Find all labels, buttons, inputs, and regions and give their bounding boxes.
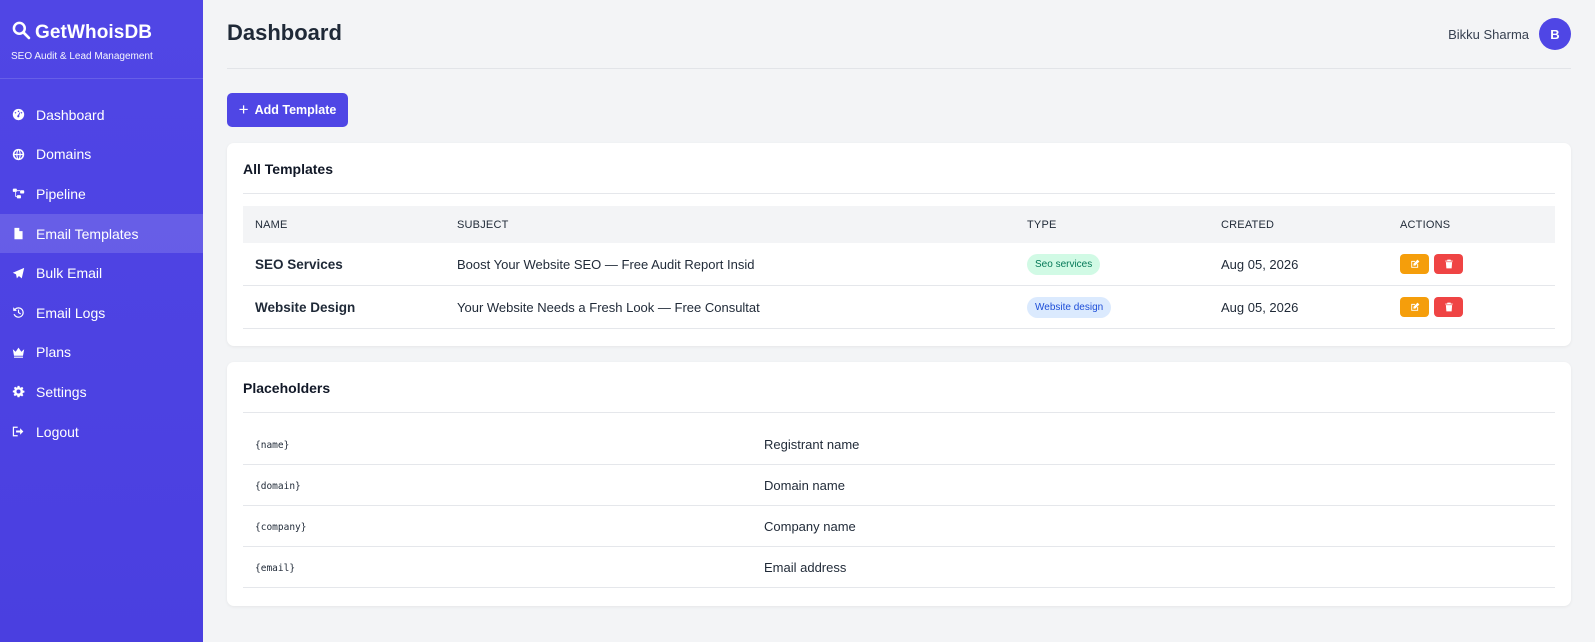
list-item: {email} Email address bbox=[243, 547, 1555, 588]
sidebar-item-email-templates[interactable]: Email Templates bbox=[0, 213, 203, 254]
sidebar-item-label: Bulk Email bbox=[36, 265, 103, 282]
type-badge: Website design bbox=[1027, 296, 1112, 318]
main-content: Dashboard Bikku Sharma B + Add Template … bbox=[227, 0, 1571, 606]
template-subject: Your Website Needs a Fresh Look — Free C… bbox=[457, 299, 760, 315]
template-name: SEO Services bbox=[255, 256, 343, 272]
placeholder-code: {email} bbox=[255, 562, 296, 574]
templates-table: NAME SUBJECT TYPE CREATED ACTIONS SEO Se… bbox=[243, 206, 1555, 329]
template-subject: Boost Your Website SEO — Free Audit Repo… bbox=[457, 256, 755, 272]
templates-title: All Templates bbox=[243, 143, 1555, 194]
add-template-label: Add Template bbox=[254, 103, 337, 117]
history-icon bbox=[12, 306, 25, 319]
column-header-name[interactable]: NAME bbox=[243, 219, 457, 231]
logout-icon bbox=[12, 425, 25, 438]
sidebar-item-label: Logout bbox=[36, 423, 79, 440]
placeholder-description: Domain name bbox=[764, 477, 845, 493]
paper-plane-icon bbox=[12, 267, 25, 280]
trash-icon bbox=[1444, 259, 1453, 269]
column-header-created[interactable]: CREATED bbox=[1221, 219, 1400, 231]
placeholder-description: Registrant name bbox=[764, 436, 860, 452]
column-header-subject[interactable]: SUBJECT bbox=[457, 219, 1027, 231]
gear-icon bbox=[12, 385, 25, 398]
sidebar-item-label: Dashboard bbox=[36, 106, 105, 123]
edit-button[interactable] bbox=[1400, 297, 1429, 317]
edit-icon bbox=[1410, 302, 1419, 311]
sidebar-item-email-logs[interactable]: Email Logs bbox=[0, 293, 203, 333]
sidebar-item-logout[interactable]: Logout bbox=[0, 412, 203, 452]
gauge-icon bbox=[12, 108, 25, 121]
table-row[interactable]: Website Design Your Website Needs a Fres… bbox=[243, 286, 1555, 329]
placeholder-description: Company name bbox=[764, 518, 856, 534]
column-header-actions: ACTIONS bbox=[1400, 218, 1451, 231]
search-icon bbox=[11, 20, 31, 45]
placeholders-list: {name} Registrant name {domain} Domain n… bbox=[243, 424, 1555, 588]
sidebar-item-dashboard[interactable]: Dashboard bbox=[0, 95, 203, 135]
file-icon bbox=[12, 227, 25, 240]
table-row[interactable]: SEO Services Boost Your Website SEO — Fr… bbox=[243, 243, 1555, 286]
page-title: Dashboard bbox=[227, 20, 342, 45]
placeholders-title: Placeholders bbox=[243, 362, 1555, 413]
sidebar: GetWhoisDB SEO Audit & Lead Management D… bbox=[0, 0, 203, 642]
sidebar-item-bulk-email[interactable]: Bulk Email bbox=[0, 253, 203, 293]
placeholder-code: {name} bbox=[255, 439, 290, 451]
sidebar-nav: Dashboard Domains Pipeline Email Templat… bbox=[0, 95, 203, 451]
user-menu[interactable]: Bikku Sharma B bbox=[1448, 18, 1571, 50]
column-header-type[interactable]: TYPE bbox=[1027, 219, 1221, 231]
edit-icon bbox=[1410, 259, 1419, 268]
delete-button[interactable] bbox=[1434, 254, 1463, 274]
template-created: Aug 05, 2026 bbox=[1221, 256, 1299, 272]
list-item: {company} Company name bbox=[243, 506, 1555, 547]
user-name: Bikku Sharma bbox=[1448, 26, 1529, 42]
avatar[interactable]: B bbox=[1539, 18, 1571, 50]
topbar: Dashboard Bikku Sharma B bbox=[227, 0, 1571, 69]
add-template-button[interactable]: + Add Template bbox=[227, 93, 348, 127]
sidebar-item-plans[interactable]: Plans bbox=[0, 333, 203, 373]
list-item: {domain} Domain name bbox=[243, 465, 1555, 506]
type-badge: Seo services bbox=[1027, 253, 1101, 275]
templates-card: All Templates NAME SUBJECT TYPE CREATED … bbox=[227, 143, 1571, 346]
brand[interactable]: GetWhoisDB SEO Audit & Lead Management bbox=[0, 0, 203, 79]
trash-icon bbox=[1444, 302, 1453, 312]
pipeline-icon bbox=[12, 187, 25, 200]
placeholder-description: Email address bbox=[764, 559, 847, 575]
sidebar-item-label: Plans bbox=[36, 344, 72, 361]
sidebar-item-label: Email Logs bbox=[36, 304, 106, 321]
plus-icon: + bbox=[238, 99, 249, 119]
brand-subtitle: SEO Audit & Lead Management bbox=[11, 51, 153, 62]
sidebar-item-label: Settings bbox=[36, 383, 87, 400]
sidebar-item-label: Email Templates bbox=[36, 225, 139, 242]
sidebar-item-label: Domains bbox=[36, 146, 92, 163]
sidebar-item-settings[interactable]: Settings bbox=[0, 372, 203, 412]
delete-button[interactable] bbox=[1434, 297, 1463, 317]
sidebar-item-pipeline[interactable]: Pipeline bbox=[0, 174, 203, 214]
sidebar-item-label: Pipeline bbox=[36, 185, 86, 202]
crown-icon bbox=[12, 346, 25, 359]
template-created: Aug 05, 2026 bbox=[1221, 299, 1299, 315]
placeholders-card: Placeholders {name} Registrant name {dom… bbox=[227, 362, 1571, 606]
template-name: Website Design bbox=[255, 299, 356, 315]
edit-button[interactable] bbox=[1400, 254, 1429, 274]
list-item: {name} Registrant name bbox=[243, 424, 1555, 465]
table-header: NAME SUBJECT TYPE CREATED ACTIONS bbox=[243, 206, 1555, 243]
globe-icon bbox=[12, 148, 25, 161]
brand-title: GetWhoisDB bbox=[35, 21, 153, 43]
placeholder-code: {company} bbox=[255, 521, 307, 533]
placeholder-code: {domain} bbox=[255, 480, 301, 492]
sidebar-item-domains[interactable]: Domains bbox=[0, 135, 203, 175]
